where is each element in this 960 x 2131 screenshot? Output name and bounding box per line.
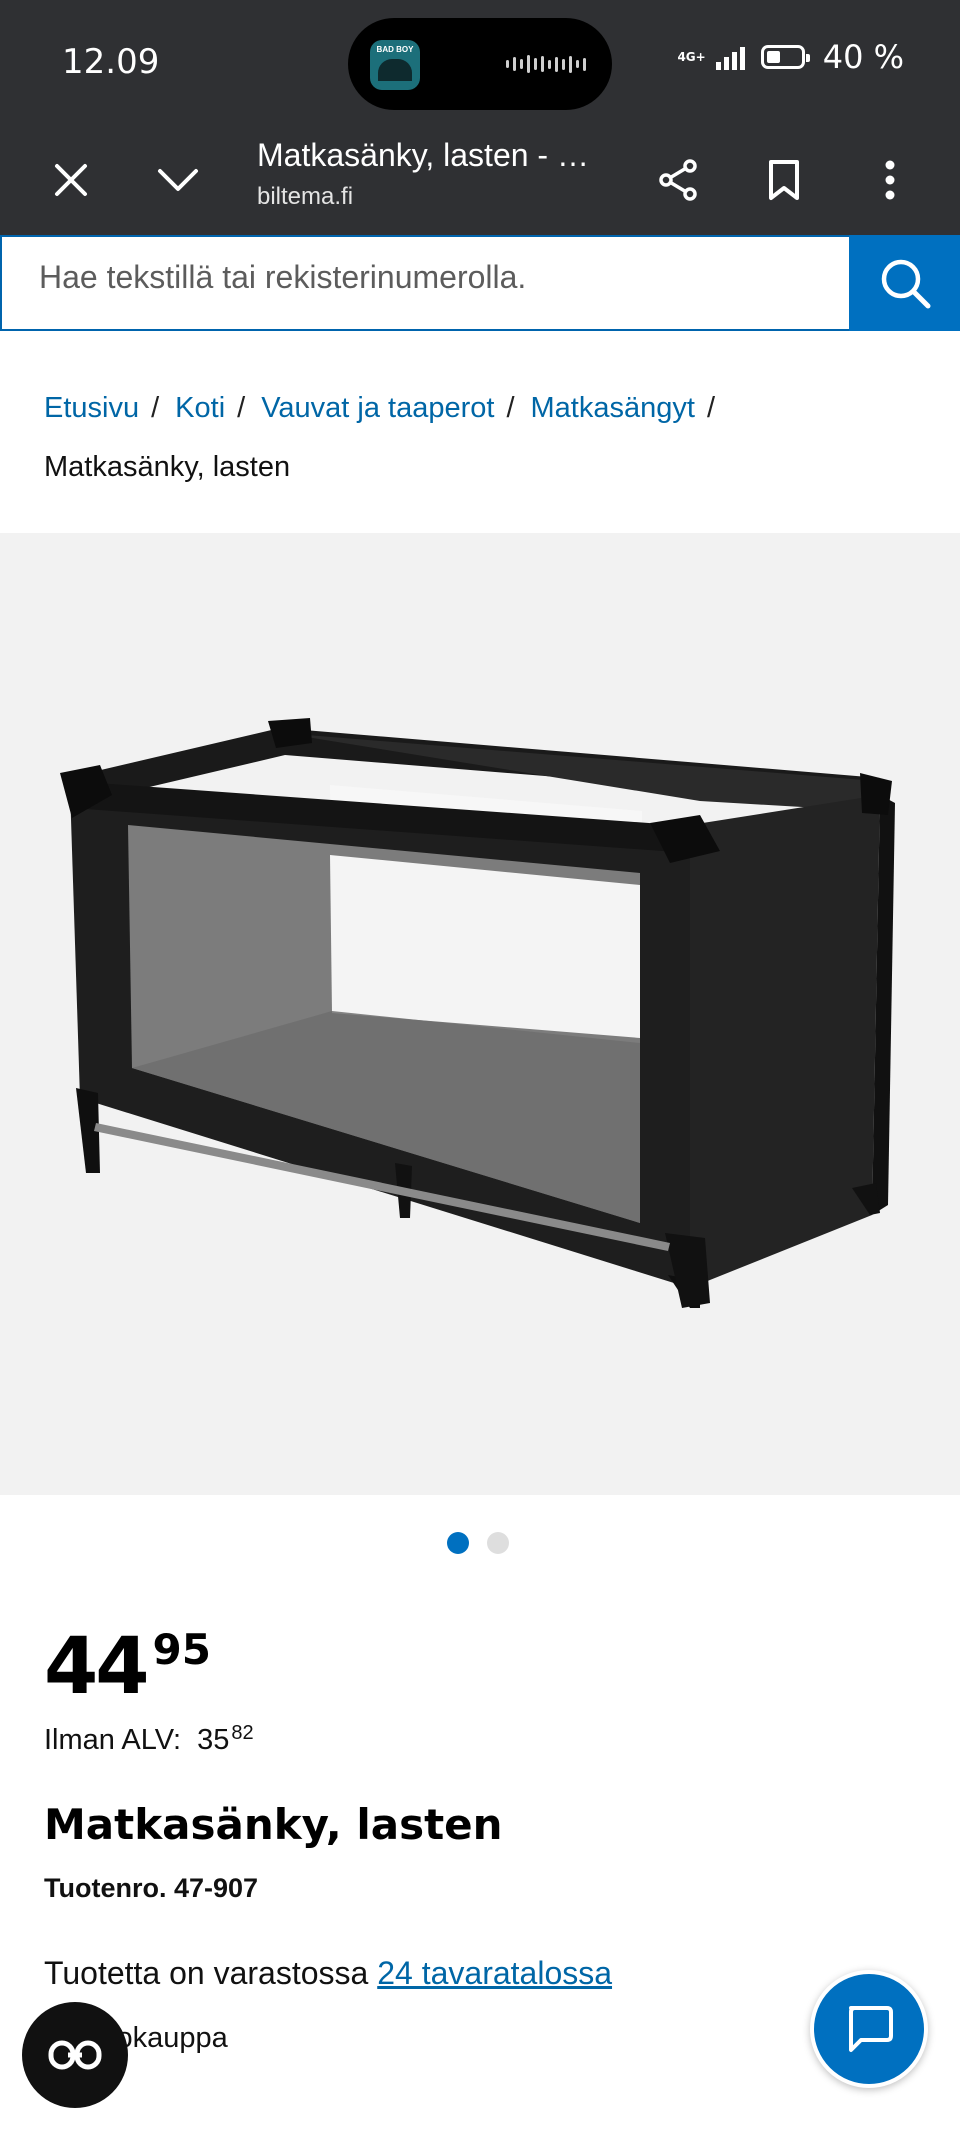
reader-mode-button[interactable] xyxy=(22,2002,128,2108)
product-price: 44 95 xyxy=(44,1622,211,1712)
battery-icon xyxy=(760,45,810,69)
battery-percent: 40 % xyxy=(822,38,904,76)
breadcrumb-koti[interactable]: Koti xyxy=(175,392,225,425)
status-bar: 12.09 BAD BOY 4G+ 40 % xyxy=(0,0,960,125)
breadcrumb-etusivu[interactable]: Etusivu xyxy=(44,392,139,425)
page-title[interactable]: Matkasänky, lasten - … xyxy=(257,137,589,174)
stock-stores-link[interactable]: 24 tavaratalossa xyxy=(377,1955,612,1991)
chat-button[interactable] xyxy=(810,1970,928,2088)
search-placeholder: Hae tekstillä tai rekisterinumerolla. xyxy=(39,259,527,295)
network-type: 4G+ xyxy=(677,49,706,64)
vat-integer: 35 xyxy=(197,1724,230,1756)
album-art xyxy=(378,59,412,81)
product-name: Matkasänky, lasten xyxy=(44,1800,503,1849)
vat-decimals: 82 xyxy=(231,1722,254,1744)
signal-icon xyxy=(715,44,745,70)
more-vert-icon[interactable] xyxy=(865,155,915,205)
breadcrumb-separator: / xyxy=(506,392,515,424)
search-bar: Hae tekstillä tai rekisterinumerolla. xyxy=(0,235,960,331)
bookmark-icon[interactable] xyxy=(759,155,809,205)
browser-toolbar: Matkasänky, lasten - … biltema.fi xyxy=(0,125,960,235)
carousel-dots xyxy=(447,1532,509,1554)
status-indicators: 4G+ 40 % xyxy=(677,38,904,76)
battery-level xyxy=(766,51,780,63)
chevron-down-icon[interactable] xyxy=(153,155,203,205)
close-icon[interactable] xyxy=(46,155,96,205)
audio-wave-icon xyxy=(506,54,586,74)
search-input[interactable]: Hae tekstillä tai rekisterinumerolla. xyxy=(0,235,849,331)
status-time: 12.09 xyxy=(62,42,160,82)
price-integer: 44 xyxy=(44,1622,150,1712)
breadcrumb-separator: / xyxy=(706,392,715,424)
media-app-icon[interactable]: BAD BOY xyxy=(370,40,420,90)
stock-status: Tuotetta on varastossa 24 tavaratalossa xyxy=(44,1955,612,1992)
breadcrumb-current: Matkasänky, lasten xyxy=(44,451,291,483)
carousel-dot-2[interactable] xyxy=(487,1532,509,1554)
search-icon xyxy=(881,259,930,309)
breadcrumb-matkasangyt[interactable]: Matkasängyt xyxy=(531,392,695,425)
product-image xyxy=(60,718,895,1308)
stock-text: Tuotetta on varastossa xyxy=(44,1955,378,1991)
chat-bubble-icon xyxy=(849,2006,893,2052)
breadcrumb-separator: / xyxy=(151,392,160,424)
reader-mode-icon xyxy=(48,2040,102,2070)
breadcrumb: Etusivu / Koti / Vauvat ja taaperot / Matka… xyxy=(44,392,731,484)
share-icon[interactable] xyxy=(653,155,703,205)
dynamic-island[interactable]: BAD BOY xyxy=(348,18,612,110)
vat-label: Ilman ALV: xyxy=(44,1724,182,1756)
breadcrumb-vauvat[interactable]: Vauvat ja taaperot xyxy=(261,392,494,425)
carousel-dot-1[interactable] xyxy=(447,1532,469,1554)
price-without-vat: Ilman ALV: 35 82 xyxy=(44,1722,254,1757)
search-button[interactable] xyxy=(849,235,960,331)
page-url[interactable]: biltema.fi xyxy=(257,183,353,211)
product-image-gallery[interactable] xyxy=(0,533,960,1495)
price-decimals: 95 xyxy=(152,1625,211,1674)
product-number: Tuotenro. 47-907 xyxy=(44,1873,259,1903)
media-app-label: BAD BOY xyxy=(376,45,414,54)
breadcrumb-separator: / xyxy=(237,392,246,424)
